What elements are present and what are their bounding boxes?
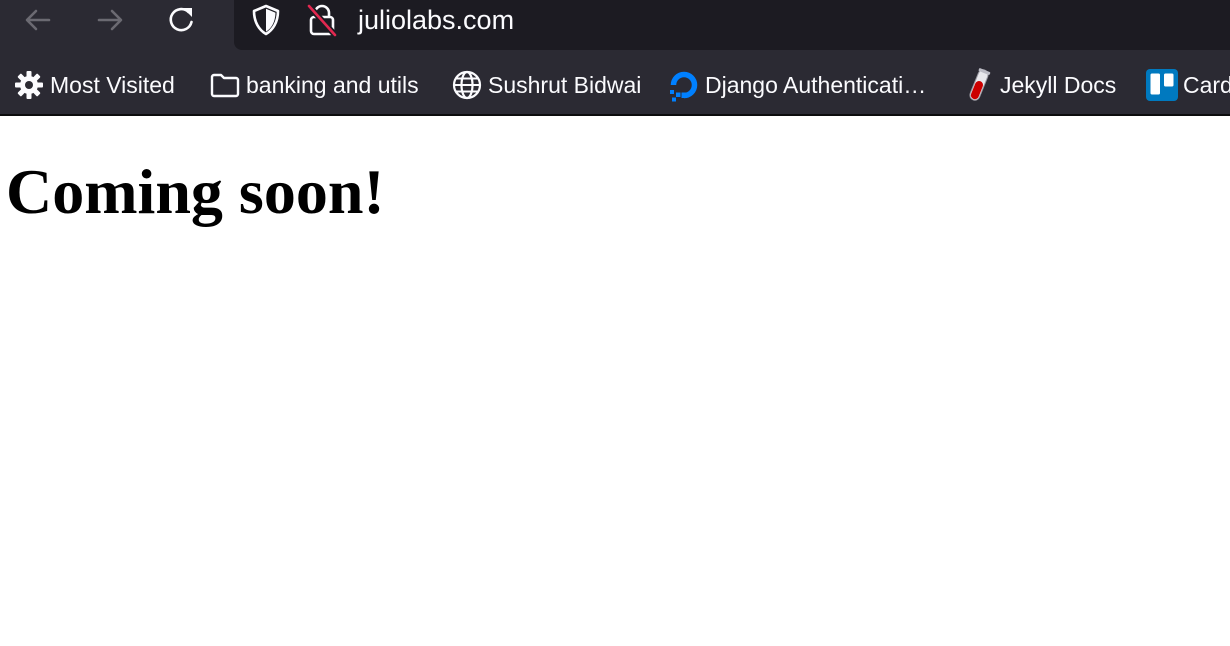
- page-content: Coming soon!: [0, 116, 1230, 646]
- back-button[interactable]: [13, 0, 63, 40]
- tracking-protection-button[interactable]: [248, 1, 284, 39]
- trello-icon: [1145, 68, 1179, 102]
- bookmark-django-authentication[interactable]: Django Authenticati…: [667, 68, 926, 102]
- bookmark-folder-banking-and-utils[interactable]: banking and utils: [208, 68, 419, 102]
- bookmark-jekyll-docs[interactable]: Jekyll Docs: [962, 68, 1116, 102]
- bookmark-label: Most Visited: [50, 72, 175, 98]
- bookmark-label: banking and utils: [246, 72, 419, 98]
- gear-icon: [12, 68, 46, 102]
- bookmark-card[interactable]: Card: [1145, 68, 1230, 102]
- forward-button[interactable]: [85, 0, 135, 40]
- shield-icon: [252, 4, 280, 36]
- bookmark-label: Card: [1183, 72, 1230, 98]
- bookmark-label: Sushrut Bidwai: [488, 72, 642, 98]
- lock-slash-icon: [306, 3, 338, 37]
- bookmark-label: Django Authenticati…: [705, 72, 927, 98]
- folder-icon: [208, 68, 242, 102]
- site-security-button[interactable]: [304, 1, 340, 39]
- bookmarks-toolbar: Most Visited banking and utils Sushrut B…: [0, 50, 1230, 116]
- globe-icon: [450, 68, 484, 102]
- arrow-right-icon: [97, 9, 123, 31]
- reload-icon: [169, 7, 193, 32]
- bookmark-most-visited[interactable]: Most Visited: [12, 68, 175, 102]
- bookmark-label: Jekyll Docs: [1000, 72, 1117, 98]
- digitalocean-icon: [667, 68, 701, 102]
- test-tube-icon: [962, 68, 996, 102]
- arrow-left-icon: [25, 9, 51, 31]
- url-bar[interactable]: juliolabs.com: [234, 0, 1230, 50]
- url-text[interactable]: juliolabs.com: [358, 4, 514, 36]
- reload-button[interactable]: [157, 0, 207, 40]
- bookmark-sushrut-bidwai[interactable]: Sushrut Bidwai: [450, 68, 641, 102]
- browser-toolbar: juliolabs.com: [0, 0, 1230, 50]
- page-title: Coming soon!: [6, 156, 385, 227]
